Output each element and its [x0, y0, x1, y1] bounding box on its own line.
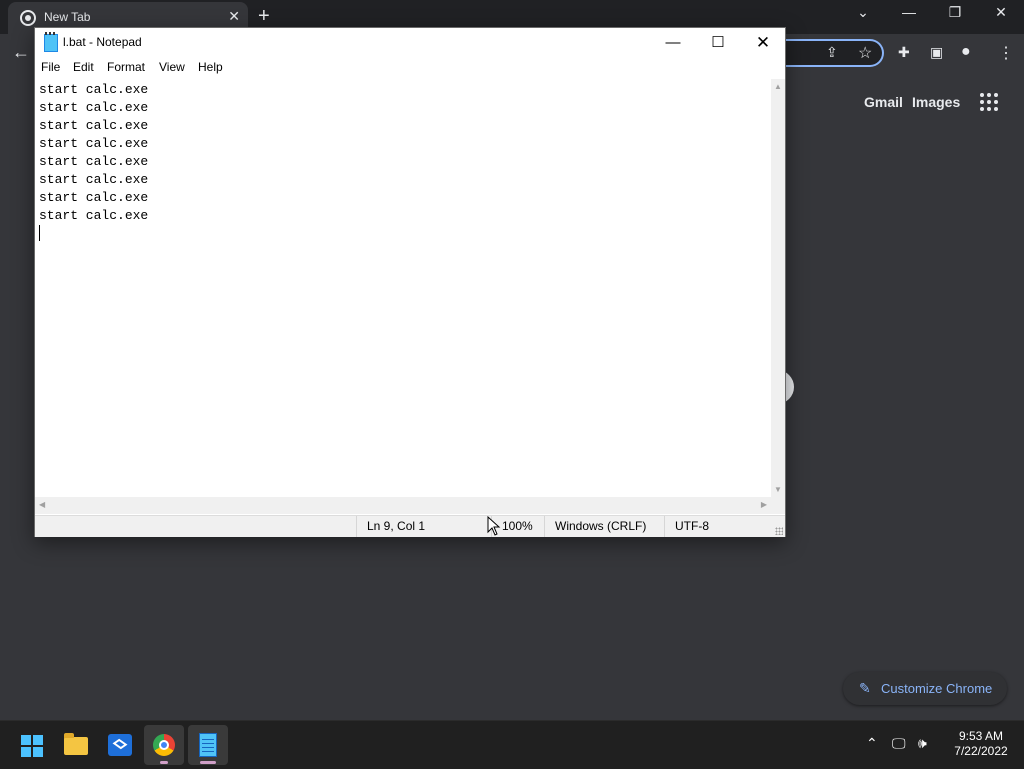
resize-grip-icon[interactable] — [775, 527, 783, 535]
line-endings: Windows (CRLF) — [544, 516, 666, 537]
extensions-icon[interactable]: ✚ — [898, 44, 910, 61]
scroll-up-icon[interactable]: ▲ — [774, 82, 782, 91]
tab-search-icon[interactable]: ⌄ — [851, 4, 875, 21]
images-link[interactable]: Images — [912, 94, 960, 110]
new-tab-button[interactable]: + — [258, 4, 270, 28]
store-button[interactable] — [100, 725, 140, 765]
windows-start-icon — [21, 735, 43, 757]
pencil-icon: ✎ — [859, 680, 871, 696]
system-clock[interactable]: 9:53 AM 7/22/2022 — [948, 729, 1014, 759]
window-title: l.bat - Notepad — [63, 35, 142, 49]
menu-format[interactable]: Format — [107, 60, 145, 74]
notepad-window: l.bat - Notepad — ☐ ✕ File Edit Format V… — [34, 27, 786, 537]
start-button[interactable] — [12, 725, 52, 765]
volume-icon[interactable]: 🕪 — [918, 735, 927, 752]
text-caret — [39, 225, 40, 241]
clock-date: 7/22/2022 — [954, 744, 1008, 758]
side-panel-icon[interactable]: ▣ — [930, 44, 943, 61]
file-explorer-button[interactable] — [56, 725, 96, 765]
gmail-link[interactable]: Gmail — [864, 94, 903, 110]
restore-icon[interactable]: ❐ — [943, 4, 967, 21]
chrome-icon — [153, 734, 175, 756]
network-icon[interactable]: 🖵 — [892, 735, 906, 752]
folder-icon — [64, 733, 88, 755]
status-bar: Ln 9, Col 1 100% Windows (CRLF) UTF-8 — [35, 515, 785, 537]
notepad-taskbar-button[interactable] — [188, 725, 228, 765]
profile-icon[interactable]: ● — [961, 43, 971, 61]
close-tab-icon[interactable]: ✕ — [228, 8, 240, 25]
bookmark-star-icon[interactable]: ☆ — [858, 43, 872, 63]
scroll-right-icon[interactable]: ▶ — [761, 500, 767, 509]
vertical-scrollbar[interactable]: ▲ ▼ — [771, 79, 785, 497]
scroll-down-icon[interactable]: ▼ — [774, 485, 782, 494]
cursor-position: Ln 9, Col 1 — [356, 516, 491, 537]
clock-time: 9:53 AM — [958, 729, 1004, 743]
chrome-menu-icon[interactable]: ⋮ — [998, 43, 1014, 63]
share-icon[interactable]: ⇪ — [826, 44, 838, 61]
text-editor[interactable]: start calc.exe start calc.exe start calc… — [35, 79, 771, 497]
minimize-icon[interactable]: — — [897, 4, 921, 20]
close-window-icon[interactable]: ✕ — [989, 4, 1013, 21]
chrome-favicon-icon — [20, 10, 36, 26]
scroll-left-icon[interactable]: ◀ — [39, 500, 45, 509]
editor-content[interactable]: start calc.exe start calc.exe start calc… — [39, 81, 148, 225]
notepad-titlebar[interactable]: l.bat - Notepad — ☐ ✕ — [35, 28, 785, 58]
notepad-app-icon — [199, 733, 217, 757]
chrome-taskbar-button[interactable] — [144, 725, 184, 765]
back-icon[interactable]: ← — [12, 42, 30, 63]
active-indicator — [200, 761, 216, 764]
customize-chrome-button[interactable]: ✎ Customize Chrome — [843, 672, 1007, 705]
notepad-icon — [44, 32, 58, 52]
close-icon[interactable]: ✕ — [740, 30, 786, 56]
running-indicator — [160, 761, 168, 764]
menu-bar: File Edit Format View Help — [35, 58, 785, 78]
scroll-corner — [771, 497, 785, 514]
menu-edit[interactable]: Edit — [73, 60, 94, 74]
tab-title: New Tab — [44, 10, 91, 24]
encoding: UTF-8 — [664, 516, 774, 537]
minimize-icon[interactable]: — — [650, 30, 696, 56]
google-apps-icon[interactable] — [980, 93, 1000, 113]
maximize-icon[interactable]: ☐ — [695, 30, 741, 56]
store-icon — [108, 734, 132, 756]
menu-view[interactable]: View — [159, 60, 185, 74]
menu-help[interactable]: Help — [198, 60, 223, 74]
horizontal-scrollbar[interactable]: ◀ ▶ — [35, 497, 771, 514]
customize-chrome-label: Customize Chrome — [881, 681, 993, 696]
show-hidden-icons-chevron-icon[interactable]: ⌃ — [866, 735, 878, 752]
menu-file[interactable]: File — [41, 60, 60, 74]
mouse-pointer-icon — [487, 516, 501, 536]
